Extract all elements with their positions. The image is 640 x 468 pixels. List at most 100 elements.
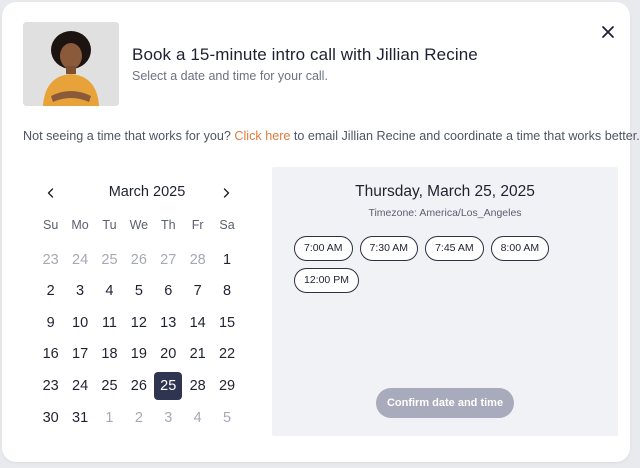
day-cell: 5	[212, 404, 241, 436]
day-button[interactable]: 12	[125, 309, 153, 337]
day-cell: 23	[36, 246, 65, 278]
day-button[interactable]: 23	[37, 372, 65, 400]
day-button[interactable]: 13	[154, 309, 182, 337]
day-button[interactable]: 25	[95, 372, 123, 400]
day-button[interactable]: 11	[95, 309, 123, 337]
day-cell: 28	[183, 372, 212, 404]
day-button[interactable]: 5	[125, 277, 153, 305]
page-subtitle: Select a date and time for your call.	[132, 69, 328, 83]
day-button[interactable]: 2	[37, 277, 65, 305]
day-button[interactable]: 22	[213, 340, 241, 368]
day-button[interactable]: 27	[154, 246, 182, 274]
day-button[interactable]: 1	[95, 404, 123, 432]
day-cell: 21	[183, 340, 212, 372]
day-cell: 2	[36, 277, 65, 309]
day-cell: 3	[154, 404, 183, 436]
day-button[interactable]: 29	[213, 372, 241, 400]
day-button[interactable]: 23	[37, 246, 65, 274]
day-cell: 2	[124, 404, 153, 436]
day-button[interactable]: 3	[154, 404, 182, 432]
day-cell: 7	[183, 277, 212, 309]
day-button[interactable]: 20	[154, 340, 182, 368]
weekday-header: Mo	[71, 218, 89, 232]
host-avatar	[23, 22, 119, 106]
day-cell: 10	[65, 309, 94, 341]
day-button[interactable]: 6	[154, 277, 182, 305]
confirm-button[interactable]: Confirm date and time	[376, 388, 514, 418]
day-cell: 4	[183, 404, 212, 436]
day-button[interactable]: 4	[184, 404, 212, 432]
day-button[interactable]: 31	[66, 404, 94, 432]
day-button[interactable]: 30	[37, 404, 65, 432]
weekday-header: Th	[160, 218, 176, 232]
day-button[interactable]: 17	[66, 340, 94, 368]
time-slot-list: 7:00 AM 7:30 AM 7:45 AM 8:00 AM 12:00 PM	[294, 236, 604, 293]
day-button[interactable]: 3	[66, 277, 94, 305]
day-button[interactable]: 26	[125, 372, 153, 400]
day-button[interactable]: 10	[66, 309, 94, 337]
calendar-header: March 2025	[32, 182, 232, 204]
day-button[interactable]: 5	[213, 404, 241, 432]
notice-suffix: to email Jillian Recine and coordinate a…	[290, 129, 640, 143]
day-cell: 31	[65, 404, 94, 436]
time-slot-button[interactable]: 12:00 PM	[294, 268, 359, 293]
day-cell: 17	[65, 340, 94, 372]
day-button[interactable]: 14	[184, 309, 212, 337]
day-button[interactable]: 18	[95, 340, 123, 368]
day-cell: 30	[36, 404, 65, 436]
day-cell: 25	[95, 246, 124, 278]
reschedule-notice: Not seeing a time that works for you? Cl…	[23, 129, 640, 143]
day-button[interactable]: 26	[125, 246, 153, 274]
day-cell: 18	[95, 340, 124, 372]
weekday-header: Sa	[219, 218, 235, 232]
day-button[interactable]: 21	[184, 340, 212, 368]
day-cell: 8	[212, 277, 241, 309]
day-button[interactable]: 28	[184, 246, 212, 274]
day-cell: 29	[212, 372, 241, 404]
day-button[interactable]: 28	[184, 372, 212, 400]
day-cell: 3	[65, 277, 94, 309]
day-button[interactable]: 24	[66, 372, 94, 400]
time-slot-panel: Thursday, March 25, 2025 Timezone: Ameri…	[272, 167, 618, 436]
day-cell: 26	[124, 246, 153, 278]
day-button[interactable]: 25	[95, 246, 123, 274]
day-cell: 25	[95, 372, 124, 404]
day-cell: 27	[154, 246, 183, 278]
day-button[interactable]: 7	[184, 277, 212, 305]
day-button[interactable]: 15	[213, 309, 241, 337]
notice-prefix: Not seeing a time that works for you?	[23, 129, 235, 143]
next-month-button[interactable]	[215, 182, 237, 204]
chevron-right-icon	[223, 188, 230, 198]
timezone-label: Timezone: America/Los_Angeles	[368, 207, 522, 219]
day-selected[interactable]: 25	[154, 371, 183, 400]
day-cell: 12	[124, 309, 153, 341]
day-button[interactable]: 9	[37, 309, 65, 337]
weekday-header: Tu	[102, 218, 117, 232]
day-cell: 26	[124, 372, 153, 404]
time-slot-button[interactable]: 7:00 AM	[294, 236, 353, 261]
email-host-link[interactable]: Click here	[234, 129, 290, 143]
day-cell: 13	[154, 309, 183, 341]
day-cell: 9	[36, 309, 65, 341]
day-cell: 25	[154, 371, 183, 404]
day-cell: 24	[65, 372, 94, 404]
weekday-header: Fr	[191, 218, 204, 232]
day-button[interactable]: 8	[213, 277, 241, 305]
time-slot-button[interactable]: 8:00 AM	[490, 236, 550, 261]
day-button[interactable]: 1	[213, 246, 241, 274]
day-button[interactable]: 19	[125, 340, 153, 368]
day-cell: 22	[212, 340, 241, 372]
time-slot-button[interactable]: 7:30 AM	[359, 236, 419, 261]
day-button[interactable]: 24	[66, 246, 94, 274]
close-icon	[602, 26, 614, 38]
day-button[interactable]: 16	[37, 340, 65, 368]
selected-date-heading: Thursday, March 25, 2025	[355, 183, 535, 200]
day-button[interactable]: 4	[95, 277, 123, 305]
day-cell: 23	[36, 372, 65, 404]
day-cell: 6	[154, 277, 183, 309]
day-cell: 11	[95, 309, 124, 341]
day-button[interactable]: 2	[125, 404, 153, 432]
time-slot-button[interactable]: 7:45 AM	[425, 236, 484, 261]
day-cell: 14	[183, 309, 212, 341]
close-button[interactable]	[596, 20, 620, 44]
